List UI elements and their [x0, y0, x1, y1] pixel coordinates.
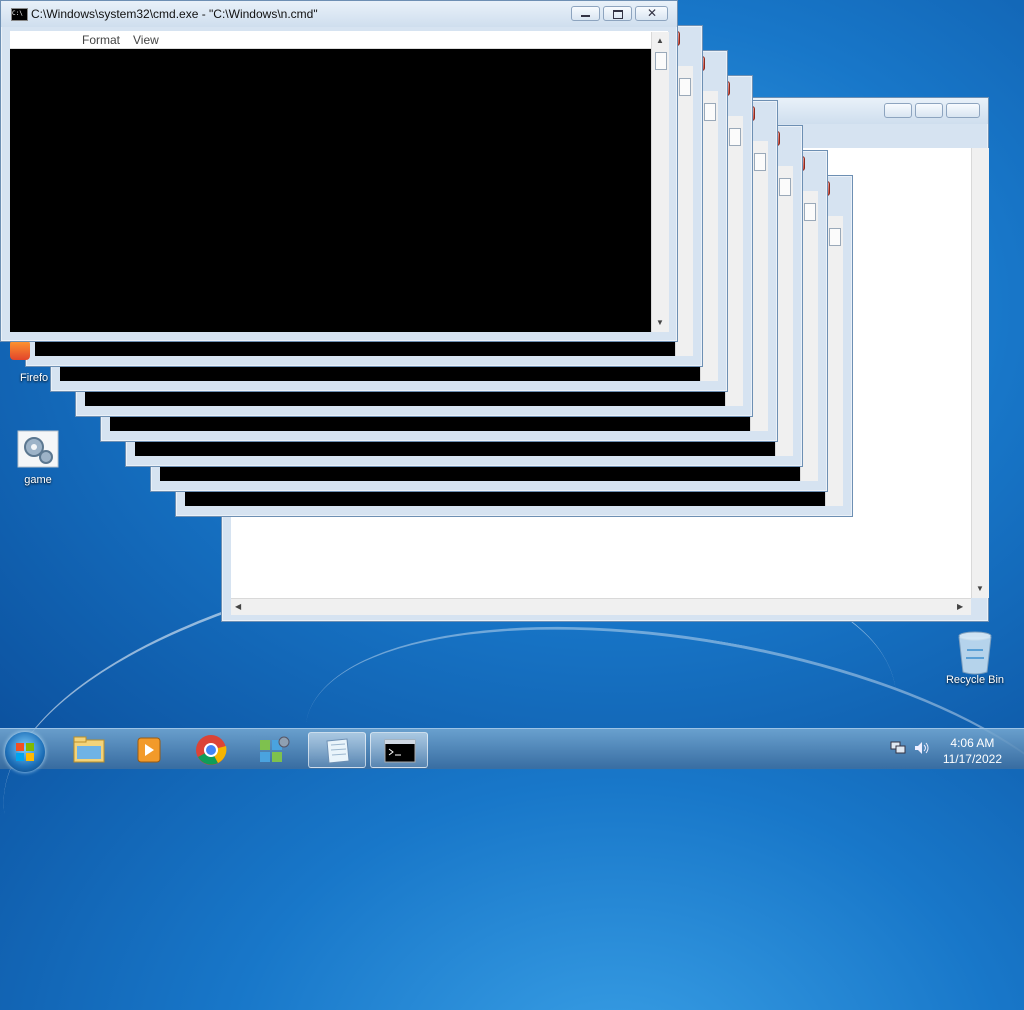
desktop-icon-label: game	[24, 474, 52, 486]
windows-start-orb-icon[interactable]	[5, 732, 45, 772]
menu-format[interactable]: Format	[82, 33, 120, 47]
scroll-up-arrow[interactable]: ▲	[656, 36, 664, 45]
notepad-icon	[326, 738, 350, 764]
scroll-right-arrow[interactable]: ▶	[957, 602, 963, 611]
desktop-icon-firefox[interactable]: Firefo	[0, 340, 76, 384]
close-button[interactable]: ✕	[635, 6, 668, 21]
minimize-icon	[581, 15, 590, 17]
scroll-thumb[interactable]	[804, 203, 816, 221]
taskbar: 4:06 AM 11/17/2022	[0, 728, 1024, 772]
game-app-icon	[260, 736, 290, 762]
scroll-thumb[interactable]	[779, 178, 791, 196]
console-window-front[interactable]: C:\ C:\Windows\system32\cmd.exe - "C:\Wi…	[0, 0, 678, 342]
clock-date: 11/17/2022	[942, 752, 1002, 766]
scroll-down-arrow[interactable]: ▼	[976, 584, 984, 593]
volume-icon[interactable]	[914, 741, 930, 755]
scroll-thumb[interactable]	[679, 78, 691, 96]
scroll-thumb[interactable]	[829, 228, 841, 246]
firefox-icon	[10, 340, 30, 360]
desktop-icon-label: Recycle Bin	[945, 674, 1005, 686]
vertical-scrollbar[interactable]: ▼	[971, 148, 989, 598]
desktop-icon-recycle-bin[interactable]: Recycle Bin	[937, 630, 1013, 686]
close-icon: ✕	[647, 6, 658, 20]
menu-view[interactable]: View	[133, 33, 159, 47]
scroll-thumb[interactable]	[729, 128, 741, 146]
command-prompt-icon	[384, 739, 416, 763]
desktop-icon-label: Firefo	[20, 372, 49, 384]
taskbar-media-player[interactable]	[120, 732, 178, 768]
maximize-button[interactable]	[603, 6, 632, 21]
vertical-scrollbar[interactable]: ▲ ▼	[651, 32, 669, 332]
desktop-icon-game[interactable]: game	[0, 430, 76, 486]
command-prompt-icon: C:\	[11, 8, 28, 21]
media-player-icon	[137, 737, 161, 763]
system-clock[interactable]: 4:06 AM 11/17/2022	[943, 735, 1002, 767]
gear-icon	[16, 430, 60, 470]
recycle-bin-icon	[953, 630, 997, 675]
chrome-icon	[196, 735, 227, 765]
scroll-thumb[interactable]	[754, 153, 766, 171]
horizontal-scrollbar[interactable]: ◀ ▶	[231, 598, 971, 615]
folder-icon	[73, 736, 105, 763]
window-title: C:\Windows\system32\cmd.exe - "C:\Window…	[31, 7, 318, 21]
menu-bar: Format View	[10, 31, 668, 49]
scroll-thumb[interactable]	[704, 103, 716, 121]
taskbar-chrome[interactable]	[182, 732, 240, 768]
taskbar-explorer[interactable]	[60, 732, 118, 768]
taskbar-game-app[interactable]	[244, 732, 302, 768]
taskbar-cmd[interactable]	[370, 732, 428, 768]
console-output	[10, 49, 651, 332]
minimize-button[interactable]	[571, 6, 600, 21]
scroll-down-arrow[interactable]: ▼	[656, 318, 664, 327]
close-button[interactable]	[946, 103, 980, 118]
maximize-icon	[613, 10, 623, 19]
network-icon[interactable]	[890, 741, 906, 755]
taskbar-notepad[interactable]	[308, 732, 366, 768]
minimize-button[interactable]	[884, 103, 912, 118]
maximize-button[interactable]	[915, 103, 943, 118]
scroll-left-arrow[interactable]: ◀	[235, 602, 241, 611]
clock-time: 4:06 AM	[950, 736, 995, 750]
scroll-thumb[interactable]	[655, 52, 667, 70]
